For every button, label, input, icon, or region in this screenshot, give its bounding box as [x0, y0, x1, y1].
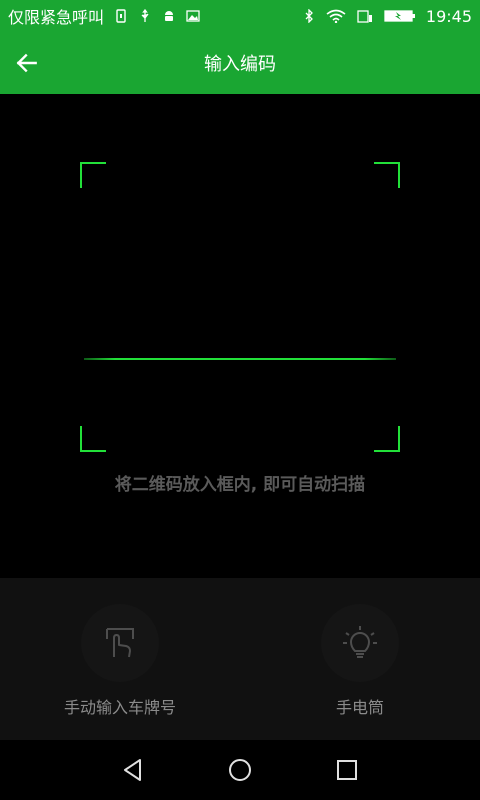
circle-home-icon — [228, 759, 251, 781]
image-icon — [186, 9, 200, 23]
hand-pointer-icon — [106, 628, 134, 658]
wifi-icon — [326, 9, 346, 23]
scan-corner-bottom-right — [374, 426, 400, 452]
flashlight-label: 手电筒 — [335, 698, 384, 717]
manual-input-label: 手动输入车牌号 — [63, 698, 176, 717]
scanner-viewport: 将二维码放入框内, 即可自动扫描 — [0, 94, 480, 578]
carrier-text: 仅限紧急呼叫 — [8, 8, 105, 27]
scan-corner-top-left — [80, 162, 106, 188]
nav-back-button[interactable] — [115, 752, 151, 788]
back-button[interactable] — [10, 46, 44, 80]
nav-home-button[interactable] — [222, 752, 258, 788]
manual-input-circle[interactable] — [81, 604, 159, 682]
scan-corner-top-right — [374, 162, 400, 188]
usb-icon — [138, 9, 152, 23]
status-bar: 仅限紧急呼叫 19:45 — [0, 0, 480, 32]
flashlight-circle[interactable] — [321, 604, 399, 682]
data-sim-icon — [356, 9, 374, 23]
nav-recents-button[interactable] — [329, 752, 365, 788]
status-bar-right: 19:45 — [302, 7, 472, 26]
app-bar: 输入编码 — [0, 32, 480, 94]
status-bar-left: 仅限紧急呼叫 — [8, 4, 200, 28]
scan-hint: 将二维码放入框内, 即可自动扫描 — [114, 475, 366, 495]
sim-card-icon — [114, 9, 128, 23]
system-nav-bar — [0, 740, 480, 800]
android-icon — [162, 9, 176, 23]
lightbulb-icon — [343, 626, 377, 658]
flashlight-button[interactable]: 手电筒 — [240, 578, 480, 740]
manual-input-button[interactable]: 手动输入车牌号 — [0, 578, 240, 740]
triangle-back-icon — [124, 759, 142, 781]
clock: 19:45 — [425, 6, 472, 26]
square-recents-icon — [336, 760, 357, 780]
arrow-left-icon — [16, 53, 37, 73]
page-title: 输入编码 — [204, 54, 276, 75]
battery-charging-icon — [384, 9, 416, 23]
scan-line — [84, 358, 396, 360]
bluetooth-icon — [302, 9, 316, 23]
bottom-actions: 手动输入车牌号 手电筒 — [0, 578, 480, 740]
scan-frame — [80, 162, 400, 452]
scan-corner-bottom-left — [80, 426, 106, 452]
